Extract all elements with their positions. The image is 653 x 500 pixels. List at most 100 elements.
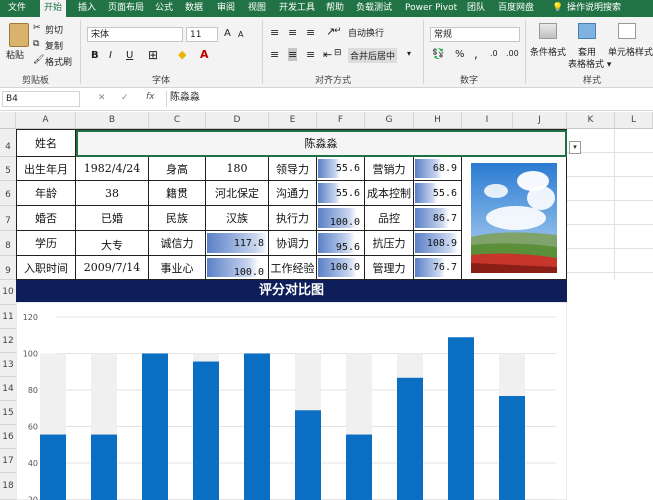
align-right-icon[interactable]: ≡ (306, 48, 315, 61)
conditional-format-icon[interactable] (539, 23, 557, 39)
label-communication[interactable]: 沟通力 (269, 181, 317, 206)
cell-styles-icon[interactable] (618, 23, 636, 39)
tab-home[interactable]: 开始 (40, 0, 67, 17)
label-execution[interactable]: 执行力 (269, 206, 317, 231)
font-color-icon[interactable]: A (200, 48, 209, 61)
quality-control-score[interactable]: 86.7 (414, 206, 462, 231)
indent-icon[interactable]: ⇤ (323, 48, 332, 61)
column-header[interactable]: J (513, 112, 567, 128)
label-height[interactable]: 身高 (149, 157, 206, 181)
row-header[interactable]: 13 (0, 353, 16, 377)
percent-button[interactable]: % (455, 49, 465, 60)
education-value[interactable]: 大专 (76, 231, 149, 256)
wrap-text-button[interactable]: 自动换行 (348, 26, 384, 39)
label-hire-date[interactable]: 入职时间 (17, 256, 76, 280)
align-left-icon[interactable]: ≡ (270, 48, 279, 61)
score-bar[interactable] (40, 434, 66, 500)
tab-data[interactable]: 数据 (185, 0, 203, 17)
column-header[interactable]: C (149, 112, 206, 128)
tab-help[interactable]: 帮助 (326, 0, 344, 17)
label-ambition[interactable]: 事业心 (149, 256, 206, 280)
tab-load-test[interactable]: 负载测试 (356, 0, 392, 17)
tab-page-layout[interactable]: 页面布局 (108, 0, 144, 17)
label-marketing[interactable]: 营销力 (365, 157, 414, 181)
row-header[interactable]: 15 (0, 401, 16, 425)
column-header[interactable]: I (462, 112, 513, 128)
wrap-text-icon[interactable]: ↵ (334, 26, 342, 36)
column-header[interactable]: H (414, 112, 462, 128)
experience-score[interactable]: 100.0 (317, 256, 365, 280)
row-header[interactable]: 8 (0, 231, 16, 256)
height-value[interactable]: 180 (206, 157, 269, 181)
ethnicity-value[interactable]: 汉族 (206, 206, 269, 231)
label-coordination[interactable]: 协调力 (269, 231, 317, 256)
comma-button[interactable]: , (474, 47, 478, 61)
cancel-icon[interactable]: ✕ (98, 93, 106, 103)
decrease-decimal-icon[interactable]: .00 (506, 49, 519, 58)
marketing-score[interactable]: 68.9 (414, 157, 462, 181)
label-education[interactable]: 学历 (17, 231, 76, 256)
chart-title[interactable]: 评分对比图 (16, 280, 567, 302)
format-as-table-button-2[interactable]: 表格格式 ▾ (568, 57, 611, 70)
filter-dropdown-icon[interactable]: ▾ (569, 141, 581, 154)
copy-icon[interactable]: ⧉ (33, 39, 39, 49)
currency-icon[interactable]: 💱 (432, 49, 444, 60)
tab-team[interactable]: 团队 (467, 0, 485, 17)
underline-button[interactable]: U (126, 50, 133, 61)
label-ethnicity[interactable]: 民族 (149, 206, 206, 231)
tab-baidu-netdisk[interactable]: 百度网盘 (498, 0, 534, 17)
number-format-select[interactable]: 常规 (430, 27, 520, 42)
row-header[interactable]: 10 (0, 280, 16, 305)
tab-formulas[interactable]: 公式 (155, 0, 173, 17)
score-bar[interactable] (295, 410, 321, 500)
label-integrity[interactable]: 诚信力 (149, 231, 206, 256)
row-header[interactable]: 9 (0, 256, 16, 280)
chevron-down-icon[interactable]: ▾ (407, 49, 411, 58)
label-quality-control[interactable]: 品控 (365, 206, 414, 231)
enter-icon[interactable]: ✓ (121, 93, 129, 103)
column-header[interactable]: G (365, 112, 414, 128)
label-hometown[interactable]: 籍贯 (149, 181, 206, 206)
row-header[interactable]: 14 (0, 377, 16, 401)
border-icon[interactable]: ⊞ (148, 48, 158, 62)
font-name-select[interactable]: 宋体 (87, 27, 183, 42)
shrink-font-button[interactable]: A (238, 30, 243, 39)
row-header[interactable]: 5 (0, 157, 16, 181)
format-painter-button[interactable]: 格式刷 (45, 55, 72, 68)
label-name[interactable]: 姓名 (17, 130, 76, 157)
label-leadership[interactable]: 领导力 (269, 157, 317, 181)
font-size-select[interactable]: 11 (186, 27, 218, 42)
column-header[interactable]: E (269, 112, 317, 128)
integrity-score[interactable]: 117.8 (206, 231, 269, 256)
column-header[interactable]: A (16, 112, 76, 128)
fill-color-icon[interactable]: ◆ (178, 48, 186, 61)
row-header[interactable]: 4 (0, 129, 16, 157)
scissors-icon[interactable]: ✂ (33, 23, 41, 33)
label-experience[interactable]: 工作经验 (269, 256, 317, 280)
label-married[interactable]: 婚否 (17, 206, 76, 231)
cut-button[interactable]: 剪切 (45, 23, 63, 36)
score-bar[interactable] (397, 377, 423, 500)
row-header[interactable]: 7 (0, 206, 16, 231)
leadership-score[interactable]: 55.6 (317, 157, 365, 181)
married-value[interactable]: 已婚 (76, 206, 149, 231)
score-bar[interactable] (346, 434, 372, 500)
insert-function-button[interactable]: fx (146, 92, 155, 102)
score-bar[interactable] (448, 337, 474, 500)
score-bar[interactable] (499, 396, 525, 500)
tab-insert[interactable]: 插入 (78, 0, 96, 17)
column-header[interactable]: F (317, 112, 365, 128)
landscape-photo[interactable] (471, 163, 557, 273)
coordination-score[interactable]: 95.6 (317, 231, 365, 256)
row-header[interactable]: 17 (0, 449, 16, 473)
format-as-table-icon[interactable] (578, 23, 596, 39)
label-cost-control[interactable]: 成本控制 (365, 181, 414, 206)
column-header[interactable]: D (206, 112, 269, 128)
column-header[interactable]: L (615, 112, 653, 128)
select-all-corner[interactable] (0, 112, 16, 128)
cost-control-score[interactable]: 55.6 (414, 181, 462, 206)
score-bar[interactable] (244, 353, 270, 500)
column-header[interactable]: B (76, 112, 149, 128)
birth-value[interactable]: 1982/4/24 (76, 157, 149, 181)
management-score[interactable]: 76.7 (414, 256, 462, 280)
